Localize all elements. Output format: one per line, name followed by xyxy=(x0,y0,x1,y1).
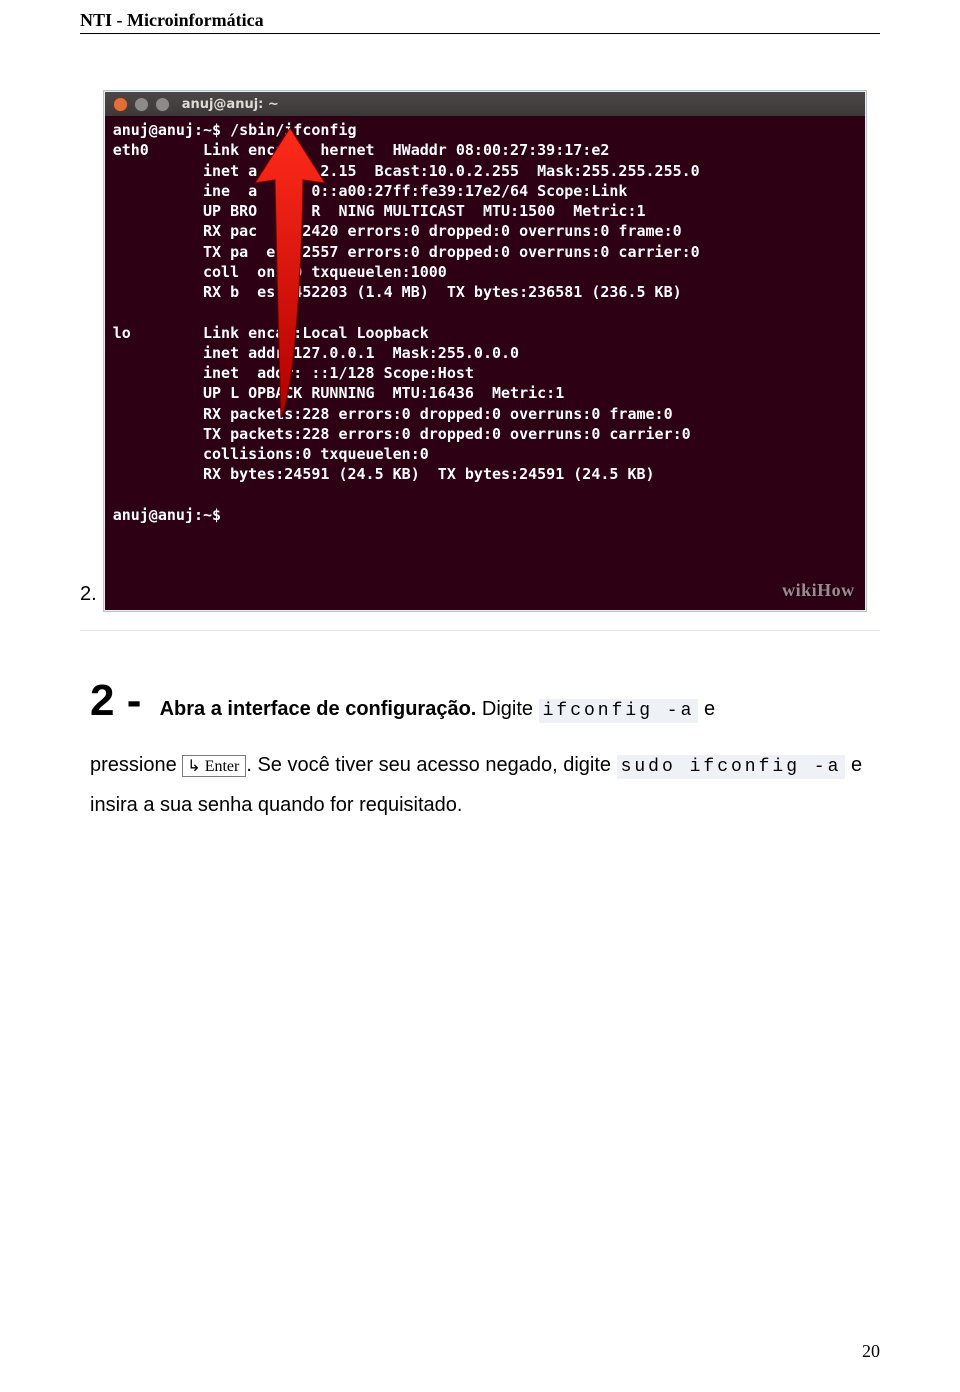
terminal-body: anuj@anuj:~$ /sbin/ifconfig eth0 Link en… xyxy=(105,116,865,610)
page-header-title: NTI - Microinformática xyxy=(80,10,880,31)
maximize-icon xyxy=(155,97,170,112)
terminal-window-title: anuj@anuj: ~ xyxy=(182,97,279,112)
instruction-text-4: . Se você tiver seu acesso negado, digit… xyxy=(246,754,616,776)
minimize-icon xyxy=(134,97,149,112)
close-icon xyxy=(113,97,128,112)
enter-key-symbol: ↳ xyxy=(187,758,200,775)
instruction-text-1: Digite xyxy=(476,698,538,720)
step-number-large: 2 - xyxy=(90,676,154,725)
step-marker: 2. xyxy=(80,583,97,606)
terminal-titlebar: anuj@anuj: ~ xyxy=(105,92,865,116)
header-rule xyxy=(80,33,880,34)
enter-key-label: Enter xyxy=(205,758,240,775)
enter-key: ↳ Enter xyxy=(182,755,246,777)
watermark: wikiHow xyxy=(782,578,855,602)
code-sudo-ifconfig: sudo ifconfig -a xyxy=(617,755,846,779)
page-number: 20 xyxy=(862,1341,880,1362)
instruction-text-6: insira a sua senha quando for requisitad… xyxy=(90,794,462,816)
instruction-text-3: pressione xyxy=(90,754,182,776)
instruction-text-2: e xyxy=(698,698,715,720)
instruction-block: 2 - Abra a interface de configuração. Di… xyxy=(80,630,880,851)
instruction-text-5: e xyxy=(845,754,862,776)
terminal-screenshot: anuj@anuj: ~ anuj@anuj:~$ /sbin/ifconfig… xyxy=(103,90,867,612)
terminal-output: anuj@anuj:~$ /sbin/ifconfig eth0 Link en… xyxy=(113,121,700,524)
code-ifconfig: ifconfig -a xyxy=(539,699,699,723)
instruction-bold: Abra a interface de configuração. xyxy=(160,698,477,720)
